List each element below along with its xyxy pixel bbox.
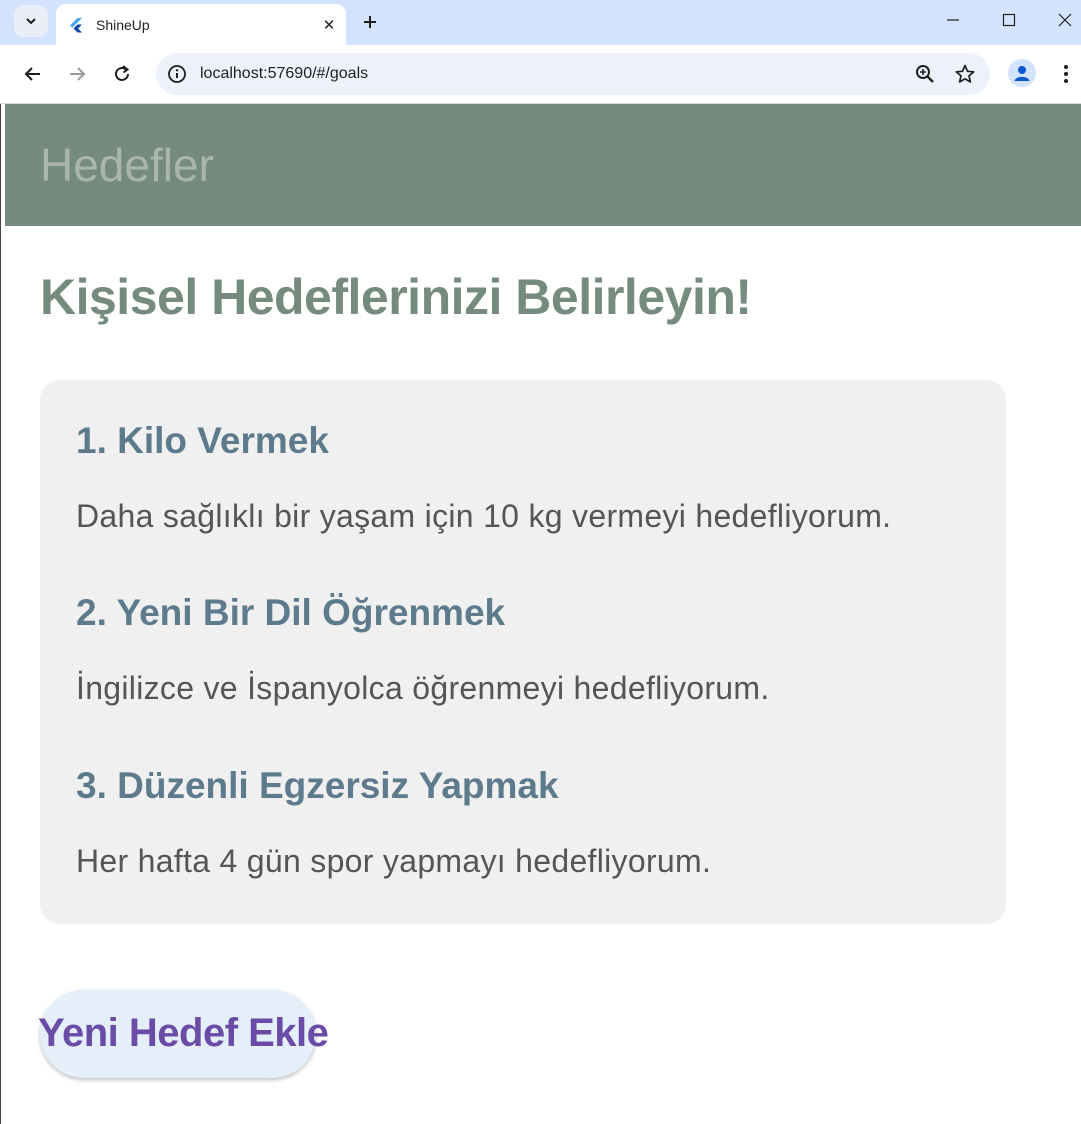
add-goal-button-label: Yeni Hedef Ekle <box>38 1011 329 1055</box>
browser-tab-strip: ShineUp ✕ <box>0 0 1081 45</box>
add-goal-button[interactable]: Yeni Hedef Ekle <box>38 990 329 1078</box>
window-edge <box>0 104 5 1124</box>
minimize-icon <box>947 19 959 21</box>
arrow-left-icon <box>24 67 40 81</box>
app-bar-title: Hedefler <box>40 139 214 191</box>
browser-tab[interactable]: ShineUp ✕ <box>56 4 346 45</box>
maximize-icon <box>1002 13 1016 27</box>
profile-button[interactable] <box>1008 59 1036 87</box>
goal-title: 3. Düzenli Egzersiz Yapmak <box>76 765 559 806</box>
maximize-button[interactable] <box>981 0 1037 40</box>
flutter-logo-icon <box>70 17 82 32</box>
window-close-icon <box>1058 13 1072 27</box>
goal-title: 1. Kilo Vermek <box>76 420 329 461</box>
close-icon[interactable]: ✕ <box>316 12 342 38</box>
goal-description: Daha sağlıklı bir yaşam için 10 kg verme… <box>76 498 892 534</box>
reload-button[interactable] <box>107 59 137 89</box>
more-vert-icon[interactable] <box>1056 59 1076 89</box>
info-icon[interactable] <box>164 61 190 87</box>
chevron-down-icon <box>26 18 36 25</box>
tab-search-button[interactable] <box>14 5 48 37</box>
reload-icon <box>115 65 130 81</box>
arrow-right-icon <box>70 67 86 81</box>
goals-card: 1. Kilo Vermek Daha sağlıklı bir yaşam i… <box>40 380 1006 924</box>
url-text[interactable]: localhost:57690/#/goals <box>200 65 910 83</box>
star-icon[interactable] <box>950 59 980 89</box>
goal-description: Her hafta 4 gün spor yapmayı hedefliyoru… <box>76 843 712 879</box>
address-bar[interactable]: localhost:57690/#/goals <box>156 53 990 95</box>
new-tab-button[interactable] <box>356 8 384 36</box>
window-close-button[interactable] <box>1037 0 1081 40</box>
person-icon <box>1014 66 1030 81</box>
browser-toolbar: localhost:57690/#/goals <box>0 45 1081 104</box>
goal-description: İngilizce ve İspanyolca öğrenmeyi hedefl… <box>76 670 770 706</box>
goal-title: 2. Yeni Bir Dil Öğrenmek <box>76 592 506 633</box>
page-title: Kişisel Hedeflerinizi Belirleyin! <box>40 269 752 325</box>
tab-title: ShineUp <box>96 16 150 33</box>
zoom-icon[interactable] <box>910 59 940 89</box>
forward-button[interactable] <box>62 59 92 89</box>
minimize-button[interactable] <box>925 0 981 40</box>
back-button[interactable] <box>18 59 48 89</box>
app-bar: Hedefler <box>5 104 1081 226</box>
plus-icon <box>364 16 376 28</box>
